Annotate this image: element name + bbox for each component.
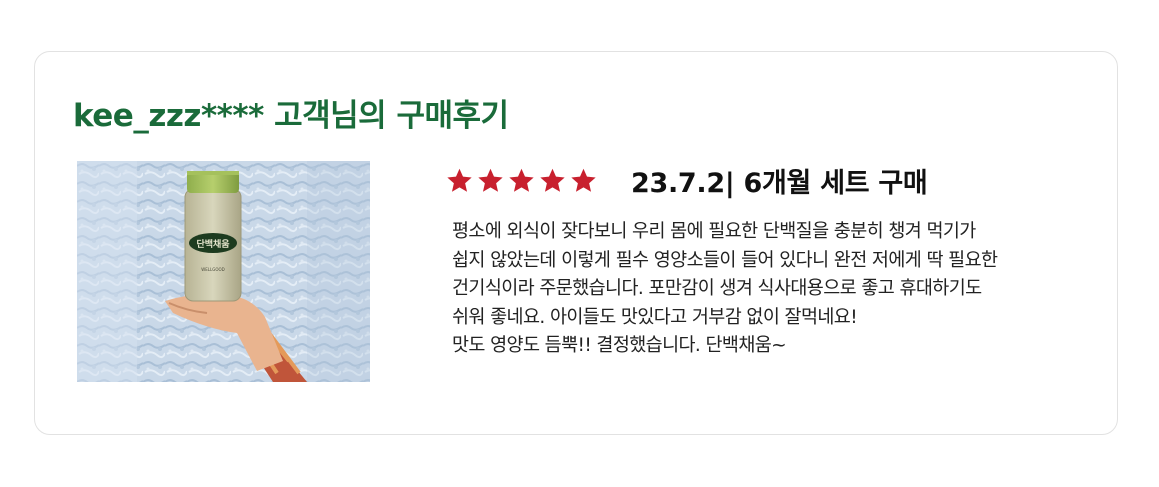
star-icon [509,168,534,192]
review-body-line: 쉬워 좋네요. 아이들도 맛있다고 거부감 없이 잘먹네요! [452,306,858,328]
star-rating [446,167,597,194]
review-photo[interactable]: 단백채움 WELLGOOD [77,161,370,382]
star-icon [571,168,596,192]
star-icon [447,168,472,192]
review-body-line: 평소에 외식이 잦다보니 우리 몸에 필요한 단백질을 충분히 챙겨 먹기가 [452,221,976,242]
review-card: kee_zzz**** 고객님의 구매후기 단백채움 WELLGOOD 23.7… [34,51,1118,435]
star-icon [478,168,503,192]
bottle-label-text: 단백채움 [196,238,229,250]
review-meta: 23.7.2| 6개월 세트 구매 [446,160,928,200]
bottle-brand-text: WELLGOOD [201,267,224,272]
star-icon [540,168,565,192]
review-body-line: 맛도 영양도 듬뿍!! 결정했습니다. 단백채움~ [452,335,787,356]
review-title: kee_zzz**** 고객님의 구매후기 [73,98,509,134]
purchase-info: 23.7.2| 6개월 세트 구매 [631,167,928,199]
product-photo-illustration: 단백채움 WELLGOOD [77,161,370,382]
review-body-line: 건기식이라 주문했습니다. 포만감이 생겨 식사대용으로 좋고 휴대하기도 [452,278,982,299]
review-body: 평소에 외식이 잦다보니 우리 몸에 필요한 단백질을 충분히 챙겨 먹기가쉽지… [452,218,1102,361]
review-body-line: 쉽지 않았는데 이렇게 필수 영양소들이 들어 있다니 완전 저에게 딱 필요한 [452,249,998,271]
